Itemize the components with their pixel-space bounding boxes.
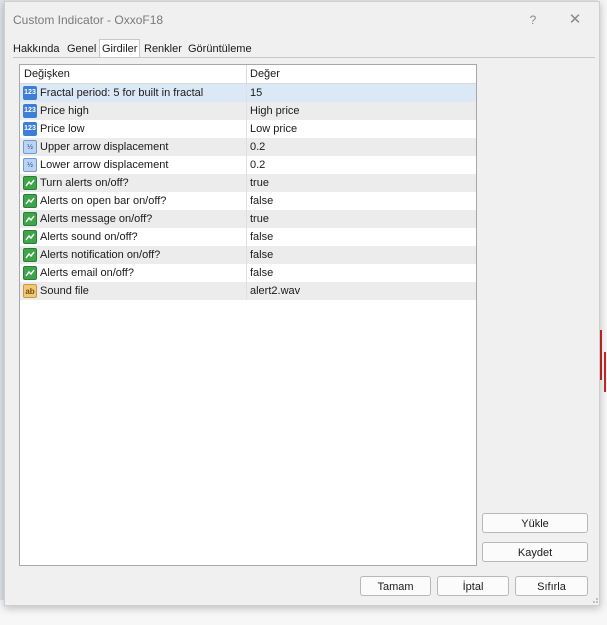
- bool-type-icon: [23, 230, 37, 244]
- bool-type-icon: [23, 194, 37, 208]
- parameter-name: Price low: [40, 123, 85, 135]
- table-row[interactable]: 123 Price low Low price: [20, 120, 476, 139]
- cancel-button[interactable]: İptal: [437, 576, 509, 596]
- table-row[interactable]: Turn alerts on/off? true: [20, 174, 476, 193]
- column-divider: [246, 120, 247, 138]
- column-divider: [246, 84, 247, 102]
- integer-type-icon: 123: [23, 86, 37, 100]
- bool-type-icon: [23, 266, 37, 280]
- parameter-value[interactable]: High price: [250, 105, 300, 117]
- string-type-icon: ab: [23, 284, 37, 298]
- parameter-value[interactable]: alert2.wav: [250, 285, 300, 297]
- save-button[interactable]: Kaydet: [482, 542, 588, 562]
- table-row[interactable]: 123 Price high High price: [20, 102, 476, 121]
- chart-candle: [604, 352, 606, 392]
- table-row[interactable]: Alerts sound on/off? false: [20, 228, 476, 247]
- close-button[interactable]: ✕: [563, 10, 587, 30]
- table-row[interactable]: Alerts notification on/off? false: [20, 246, 476, 265]
- tab-colors[interactable]: Renkler: [144, 43, 182, 55]
- parameter-name: Sound file: [40, 285, 89, 297]
- column-header-variable[interactable]: Değişken: [24, 68, 70, 80]
- column-divider: [246, 228, 247, 246]
- table-row[interactable]: Alerts message on/off? true: [20, 210, 476, 229]
- parameter-name: Turn alerts on/off?: [40, 177, 129, 189]
- parameter-value[interactable]: Low price: [250, 123, 297, 135]
- column-divider: [246, 264, 247, 282]
- column-divider: [246, 138, 247, 156]
- column-divider: [246, 246, 247, 264]
- parameter-value[interactable]: 0.2: [250, 159, 265, 171]
- column-divider: [246, 282, 247, 300]
- table-row[interactable]: ½ Upper arrow displacement 0.2: [20, 138, 476, 157]
- parameter-name: Alerts email on/off?: [40, 267, 134, 279]
- parameter-value[interactable]: 0.2: [250, 141, 265, 153]
- parameter-value[interactable]: true: [250, 177, 269, 189]
- reset-button[interactable]: Sıfırla: [515, 576, 588, 596]
- column-divider[interactable]: [246, 65, 247, 83]
- parameter-value[interactable]: false: [250, 231, 273, 243]
- chart-candle: [600, 330, 602, 380]
- double-type-icon: ½: [23, 140, 37, 154]
- parameter-name: Alerts message on/off?: [40, 213, 153, 225]
- tab-inputs[interactable]: Girdiler: [99, 39, 141, 57]
- parameter-value[interactable]: false: [250, 267, 273, 279]
- column-divider: [246, 102, 247, 120]
- bool-type-icon: [23, 176, 37, 190]
- table-row[interactable]: ab Sound file alert2.wav: [20, 282, 476, 301]
- table-header: Değişken Değer: [20, 65, 476, 84]
- parameter-name: Lower arrow displacement: [40, 159, 169, 171]
- load-button[interactable]: Yükle: [482, 513, 588, 533]
- bool-type-icon: [23, 212, 37, 226]
- column-divider: [246, 210, 247, 228]
- table-row[interactable]: 123 Fractal period: 5 for built in fracta…: [20, 84, 476, 103]
- parameter-value[interactable]: false: [250, 195, 273, 207]
- parameter-value[interactable]: false: [250, 249, 273, 261]
- parameter-name: Upper arrow displacement: [40, 141, 169, 153]
- tab-about[interactable]: Hakkında: [13, 43, 59, 55]
- column-header-value[interactable]: Değer: [250, 68, 280, 80]
- help-button[interactable]: ?: [521, 10, 545, 30]
- parameter-value[interactable]: 15: [250, 87, 262, 99]
- inputs-table: Değişken Değer 123 Fractal period: 5 for …: [19, 64, 477, 566]
- parameter-name: Alerts on open bar on/off?: [40, 195, 167, 207]
- double-type-icon: ½: [23, 158, 37, 172]
- table-row[interactable]: ½ Lower arrow displacement 0.2: [20, 156, 476, 175]
- tab-general[interactable]: Genel: [67, 43, 96, 55]
- ok-button[interactable]: Tamam: [360, 576, 431, 596]
- window-title: Custom Indicator - OxxoF18: [13, 13, 164, 27]
- title-bar[interactable]: Custom Indicator - OxxoF18 ? ✕: [5, 2, 599, 36]
- column-divider: [246, 192, 247, 210]
- column-divider: [246, 174, 247, 192]
- integer-type-icon: 123: [23, 104, 37, 118]
- column-divider: [246, 156, 247, 174]
- custom-indicator-dialog: Custom Indicator - OxxoF18 ? ✕ Hakkında …: [4, 1, 600, 606]
- table-row[interactable]: Alerts on open bar on/off? false: [20, 192, 476, 211]
- parameter-value[interactable]: true: [250, 213, 269, 225]
- parameter-name: Alerts notification on/off?: [40, 249, 161, 261]
- table-row[interactable]: Alerts email on/off? false: [20, 264, 476, 283]
- bool-type-icon: [23, 248, 37, 262]
- parameter-name: Alerts sound on/off?: [40, 231, 138, 243]
- tab-visualization[interactable]: Görüntüleme: [188, 43, 252, 55]
- parameter-name: Fractal period: 5 for built in fractal: [40, 87, 204, 99]
- tab-divider: [13, 57, 595, 58]
- parameter-name: Price high: [40, 105, 89, 117]
- resize-grip-icon[interactable]: [589, 594, 599, 604]
- integer-type-icon: 123: [23, 122, 37, 136]
